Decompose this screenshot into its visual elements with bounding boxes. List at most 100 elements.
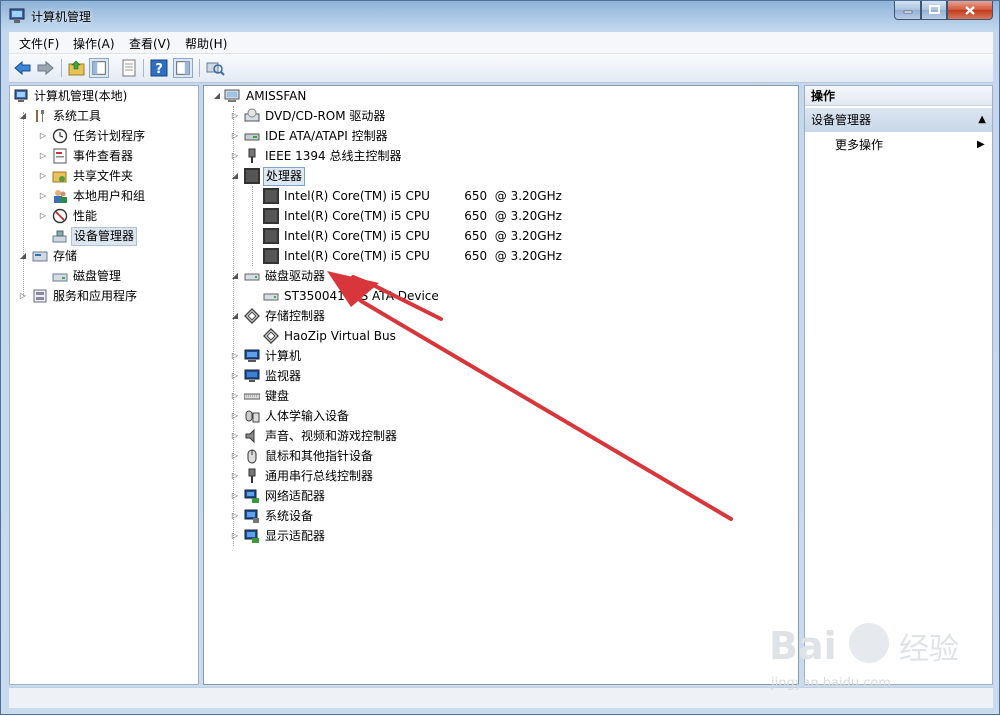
collapsed-arrow-icon[interactable]: ▷ (230, 506, 240, 526)
help-icon[interactable]: ? (149, 58, 169, 78)
show-hide-tree-icon[interactable] (89, 58, 109, 78)
tree-item-services-apps[interactable]: ▷ 服务和应用程序 (10, 286, 198, 306)
storage-controller-icon (263, 328, 279, 344)
expanded-arrow-icon[interactable]: ◢ (230, 266, 240, 286)
tree-label: Intel(R) Core(TM) i5 CPU 650 @ 3.20GHz (284, 209, 562, 223)
tree-label: 鼠标和其他指针设备 (265, 449, 374, 463)
maximize-button[interactable] (921, 1, 947, 20)
tree-item-performance[interactable]: ▷ 性能 (10, 206, 198, 226)
more-actions-link[interactable]: 更多操作 (835, 136, 883, 154)
menu-action[interactable]: 操作(A) (73, 35, 115, 52)
collapsed-arrow-icon[interactable]: ▷ (38, 206, 48, 226)
tree-label: 监视器 (265, 369, 302, 383)
collapsed-arrow-icon[interactable]: ▷ (230, 526, 240, 546)
tree-label: 性能 (73, 209, 98, 223)
close-button[interactable] (947, 1, 993, 20)
tree-label: Intel(R) Core(TM) i5 CPU 650 @ 3.20GHz (284, 229, 562, 243)
collapsed-arrow-icon[interactable]: ▷ (230, 146, 240, 166)
tree-item-computer-management[interactable]: 计算机管理(本地) (10, 86, 198, 106)
tree-label: 系统工具 (53, 109, 102, 123)
tree-item-task-scheduler[interactable]: ▷ 任务计划程序 (10, 126, 198, 146)
show-action-pane-icon[interactable] (173, 58, 193, 78)
collapsed-arrow-icon[interactable]: ▷ (230, 406, 240, 426)
collapsed-arrow-icon[interactable]: ▷ (38, 146, 48, 166)
ide-controller-icon (244, 133, 260, 141)
collapsed-arrow-icon[interactable]: ▷ (18, 286, 28, 306)
tree-label: Intel(R) Core(TM) i5 CPU 650 @ 3.20GHz (284, 249, 562, 263)
tree-label: 任务计划程序 (73, 129, 146, 143)
tree-item-event-viewer[interactable]: ▷ 事件查看器 (10, 146, 198, 166)
tree-item-storage[interactable]: ◢ 存储 (10, 246, 198, 266)
tools-icon (36, 110, 44, 122)
svg-text:Bai: Bai (769, 624, 837, 668)
toolbar: ? (9, 54, 993, 83)
expanded-arrow-icon[interactable]: ◢ (230, 306, 240, 326)
tree-item-system-tools[interactable]: ◢ 系统工具 (10, 106, 198, 126)
shared-folder-icon (52, 171, 67, 183)
tree-label: AMISSFAN (246, 89, 307, 103)
scan-hardware-icon[interactable] (205, 58, 225, 78)
tree-item-disk-management[interactable]: 磁盘管理 (10, 266, 198, 286)
tree-label: 显示适配器 (265, 529, 326, 543)
up-folder-icon[interactable] (67, 58, 87, 78)
collapsed-arrow-icon[interactable]: ▷ (230, 386, 240, 406)
expanded-arrow-icon[interactable]: ◢ (18, 246, 28, 266)
window-frame: 计算机管理 文件(F) 操作(A) 查看(V) 帮助(H) ? 计算机管理(本地… (0, 0, 1000, 715)
minimize-button[interactable] (894, 1, 921, 20)
collapsed-arrow-icon[interactable]: ▷ (230, 486, 240, 506)
keyboard-icon (244, 393, 260, 400)
storage-controller-icon (244, 308, 260, 324)
menu-file[interactable]: 文件(F) (19, 35, 59, 52)
tree-label: 通用串行总线控制器 (265, 469, 374, 483)
computer-management-icon (14, 89, 28, 102)
tree-label: 人体学输入设备 (265, 409, 350, 423)
collapsed-arrow-icon[interactable]: ▷ (38, 166, 48, 186)
collapse-up-icon[interactable]: ▲ (978, 108, 986, 132)
users-icon (54, 190, 67, 203)
tree-label: 存储 (53, 249, 78, 263)
tree-label: 磁盘驱动器 (265, 269, 326, 283)
tree-label: 事件查看器 (73, 149, 134, 163)
expanded-arrow-icon[interactable]: ◢ (18, 106, 28, 126)
menu-view[interactable]: 查看(V) (129, 35, 171, 52)
menu-help[interactable]: 帮助(H) (185, 35, 227, 52)
collapsed-arrow-icon[interactable]: ▷ (230, 426, 240, 446)
title-bar[interactable]: 计算机管理 (1, 1, 999, 31)
actions-section-label: 设备管理器 (811, 113, 872, 127)
storage-icon (32, 251, 48, 262)
collapsed-arrow-icon[interactable]: ▷ (230, 446, 240, 466)
expanded-arrow-icon[interactable]: ◢ (212, 86, 222, 106)
disk-drive-icon (263, 293, 279, 301)
hid-icon (245, 410, 260, 423)
actions-section-device-manager[interactable]: 设备管理器 ▲ (805, 108, 992, 132)
back-icon[interactable] (13, 58, 33, 78)
collapsed-arrow-icon[interactable]: ▷ (230, 106, 240, 126)
computer-icon (224, 89, 240, 102)
properties-icon[interactable] (119, 58, 139, 78)
tree-label: 服务和应用程序 (53, 289, 138, 303)
console-tree-pane[interactable]: 计算机管理(本地) ◢ 系统工具 ▷ 任务计划程序 ▷ 事件查看器 ▷ 共享文件… (9, 85, 199, 685)
collapsed-arrow-icon[interactable]: ▷ (230, 366, 240, 386)
expanded-arrow-icon[interactable]: ◢ (230, 166, 240, 186)
tree-label: 计算机 (265, 349, 302, 363)
tree-item-device-manager[interactable]: 设备管理器 (10, 226, 198, 246)
collapsed-arrow-icon[interactable]: ▷ (38, 186, 48, 206)
tree-label: Intel(R) Core(TM) i5 CPU 650 @ 3.20GHz (284, 189, 562, 203)
ieee1394-icon (248, 148, 256, 163)
processor-icon (263, 188, 279, 204)
disk-drive-icon (244, 273, 260, 281)
collapsed-arrow-icon[interactable]: ▷ (230, 466, 240, 486)
tree-label: 系统设备 (265, 509, 314, 523)
tree-label-selected: 设备管理器 (71, 227, 138, 246)
device-tree-pane[interactable]: ◢ AMISSFAN ▷ DVD/CD-ROM 驱动器 ▷ IDE ATA/AT… (203, 85, 799, 685)
collapsed-arrow-icon[interactable]: ▷ (230, 346, 240, 366)
actions-pane: 操作 设备管理器 ▲ 更多操作 ▶ (804, 85, 993, 685)
tree-label: 网络适配器 (265, 489, 326, 503)
more-actions-label: 更多操作 (835, 138, 884, 152)
collapsed-arrow-icon[interactable]: ▷ (38, 126, 48, 146)
forward-icon[interactable] (35, 58, 55, 78)
tree-label: 磁盘管理 (73, 269, 122, 283)
collapsed-arrow-icon[interactable]: ▷ (230, 126, 240, 146)
tree-item-local-users[interactable]: ▷ 本地用户和组 (10, 186, 198, 206)
tree-item-shared-folders[interactable]: ▷ 共享文件夹 (10, 166, 198, 186)
